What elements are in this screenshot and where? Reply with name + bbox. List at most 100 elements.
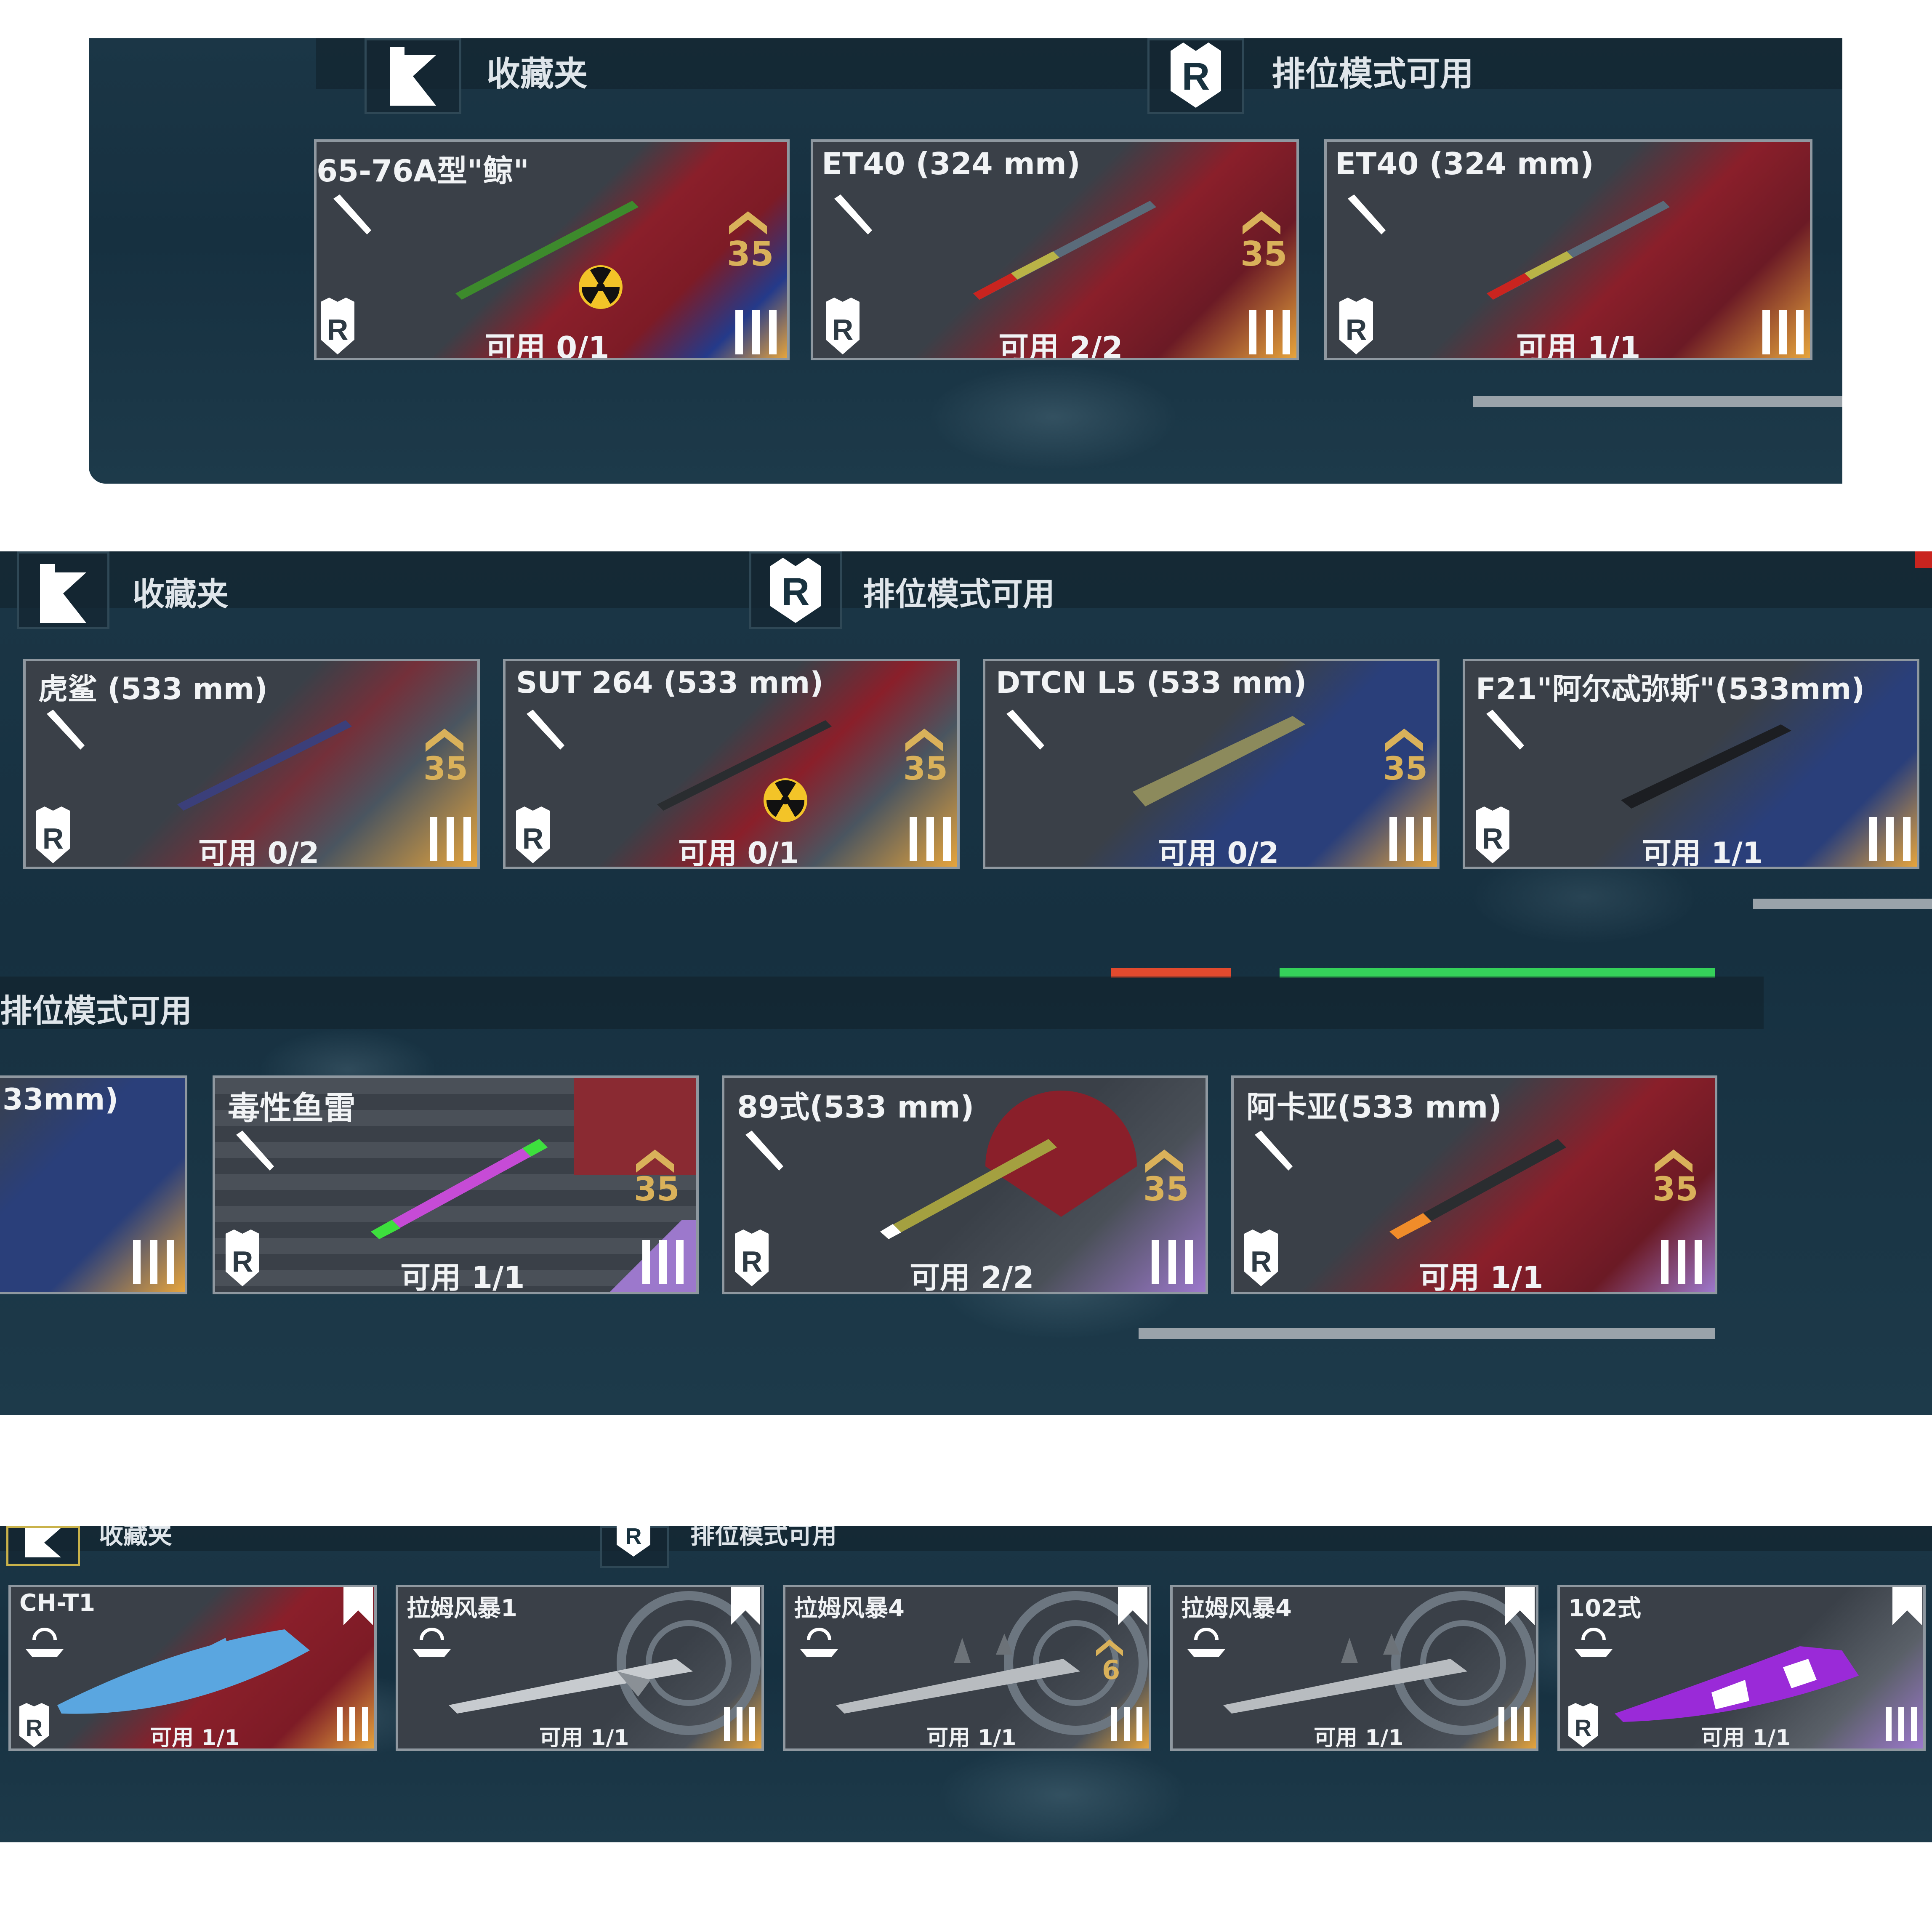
bookmark-icon xyxy=(1505,1587,1535,1625)
weapon-card[interactable]: DTCN L5 (533 mm) 35 可用 0/2 xyxy=(983,659,1440,869)
weapon-card[interactable]: 33mm) xyxy=(0,1075,187,1294)
ranked-shield-r-icon: R xyxy=(770,558,821,623)
ranked-shield-r-icon: R xyxy=(1339,298,1373,354)
svg-text:R: R xyxy=(832,313,854,346)
header-bar xyxy=(0,977,1764,1029)
weapon-model xyxy=(1487,201,1670,300)
svg-text:R: R xyxy=(1482,822,1504,855)
weapon-card[interactable]: F21"阿尔忒弥斯"(533mm) R 可用 1/1 xyxy=(1463,659,1919,869)
tier-three-bars-icon xyxy=(337,1707,368,1741)
weapon-card[interactable]: ET40 (324 mm) 35 R 可用 2/2 xyxy=(811,139,1299,360)
favorites-label: 收藏夹 xyxy=(487,54,588,93)
tier-three-bars-icon xyxy=(1886,1707,1917,1741)
weapon-name: 虎鲨 (533 mm) xyxy=(38,672,268,706)
weapon-model xyxy=(1621,724,1791,809)
svg-text:R: R xyxy=(1575,1714,1591,1741)
weapon-card[interactable]: 虎鲨 (533 mm) 35 R 可用 0/2 xyxy=(23,659,480,869)
availability-count: 可用 2/2 xyxy=(998,330,1123,360)
ranked-shield-r-icon: R xyxy=(735,1229,769,1286)
torpedo-icon xyxy=(834,194,872,234)
weapon-name: 33mm) xyxy=(3,1082,119,1117)
bookmark-flag-icon xyxy=(25,1528,61,1557)
svg-text:R: R xyxy=(1182,55,1210,98)
torpedo-icon xyxy=(1006,710,1044,750)
drone-model xyxy=(1615,1646,1859,1722)
availability-count: 可用 1/1 xyxy=(1419,1260,1543,1294)
horizontal-scrollbar[interactable] xyxy=(1753,899,1932,909)
weapon-card[interactable]: 89式(533 mm) 35 R 可用 2/2 xyxy=(722,1075,1208,1294)
rank-number: 35 xyxy=(903,750,948,787)
svg-text:R: R xyxy=(327,313,349,346)
svg-text:R: R xyxy=(1346,313,1367,346)
ranked-filter-label: 排位模式可用 xyxy=(690,1526,837,1549)
tier-three-bars-icon xyxy=(430,817,471,861)
torpedo-icon xyxy=(47,710,85,750)
availability-count: 可用 1/1 xyxy=(1701,1725,1791,1751)
ranked-shield-r-icon: R xyxy=(826,298,860,354)
rank-number: 35 xyxy=(1240,234,1288,274)
favorites-tab[interactable] xyxy=(365,38,461,114)
weapon-model xyxy=(1389,1139,1566,1239)
ranked-shield-r-icon: R xyxy=(516,806,550,863)
ranked-shield-r-icon: R xyxy=(226,1229,259,1286)
drone-name: 102式 xyxy=(1568,1595,1641,1622)
ranked-filter-tab[interactable]: R xyxy=(1147,38,1244,114)
drone-card[interactable]: 拉姆风暴1 可用 1/1 xyxy=(396,1585,764,1751)
torpedo-icon xyxy=(527,710,564,750)
ranked-shield-r-icon: R xyxy=(617,1526,650,1557)
weapon-card[interactable]: 65-76A型"鲸" 35 R 可用 0/1 xyxy=(314,139,790,360)
rank-number: 35 xyxy=(634,1171,680,1208)
torpedo-icon xyxy=(1255,1131,1293,1171)
torpedo-icon xyxy=(1348,194,1386,234)
weapon-card[interactable]: 阿卡亚(533 mm) 35 R 可用 1/1 xyxy=(1231,1075,1717,1294)
ranked-shield-r-icon: R xyxy=(19,1703,49,1747)
corner-marker xyxy=(1915,551,1932,568)
rank-number: 35 xyxy=(1383,750,1428,787)
ranked-filter-tab[interactable]: R xyxy=(749,551,842,629)
tier-three-bars-icon xyxy=(1498,1707,1530,1741)
weapon-card[interactable]: ET40 (324 mm) R 可用 1/1 xyxy=(1324,139,1812,360)
ranked-filter-label: 排位模式可用 xyxy=(1272,54,1474,93)
weapon-name: ET40 (324 mm) xyxy=(1335,146,1594,181)
horizontal-scrollbar[interactable] xyxy=(1473,396,1842,407)
tier-three-bars-icon xyxy=(642,1240,684,1284)
drone-card[interactable]: 拉姆风暴4 可用 1/1 xyxy=(1170,1585,1538,1751)
favorites-tab[interactable] xyxy=(6,1526,80,1566)
drone-model xyxy=(449,1659,693,1714)
weapon-card[interactable]: 毒性鱼雷 35 R 可用 1/1 xyxy=(213,1075,699,1294)
drone-name: 拉姆风暴4 xyxy=(794,1595,905,1622)
rank-number: 35 xyxy=(727,234,774,274)
ranked-shield-r-icon: R xyxy=(36,806,70,863)
ranked-filter-tab[interactable]: R xyxy=(600,1526,669,1568)
drone-card[interactable]: CH-T1 R 可用 1/1 xyxy=(8,1585,377,1751)
weapon-name: SUT 264 (533 mm) xyxy=(516,665,824,700)
drone-name: 拉姆风暴1 xyxy=(407,1595,517,1622)
weapon-panel-1: 收藏夹 R 排位模式可用 65-76A型"鲸" 35 R 可用 0/1 ET40… xyxy=(89,38,1842,484)
bookmark-icon xyxy=(1118,1587,1147,1625)
svg-text:R: R xyxy=(522,822,544,855)
weapon-name: DTCN L5 (533 mm) xyxy=(996,665,1307,700)
weapon-name: 毒性鱼雷 xyxy=(228,1089,356,1127)
availability-count: 可用 1/1 xyxy=(539,1725,629,1751)
tier-three-bars-icon xyxy=(1249,310,1290,354)
weapon-name: 65-76A型"鲸" xyxy=(317,153,530,189)
availability-count: 可用 1/1 xyxy=(1314,1725,1404,1751)
svg-text:R: R xyxy=(26,1714,43,1741)
availability-count: 可用 0/2 xyxy=(198,836,319,869)
tier-three-bars-icon xyxy=(724,1707,755,1741)
availability-count: 可用 1/1 xyxy=(150,1725,240,1751)
svg-text:R: R xyxy=(741,1245,763,1278)
availability-count: 可用 0/1 xyxy=(485,330,609,360)
favorites-tab[interactable] xyxy=(17,551,109,629)
rank-number: 35 xyxy=(1653,1171,1698,1208)
horizontal-scrollbar[interactable] xyxy=(1139,1328,1715,1339)
drone-model xyxy=(57,1629,310,1714)
weapon-card[interactable]: SUT 264 (533 mm) 35 R 可用 0/1 xyxy=(503,659,960,869)
drone-card[interactable]: 拉姆风暴4 6 可用 1/1 xyxy=(783,1585,1151,1751)
torpedo-icon xyxy=(236,1131,274,1171)
tier-three-bars-icon xyxy=(1389,817,1431,861)
drone-card[interactable]: 102式 R 可用 1/1 xyxy=(1557,1585,1926,1751)
bookmark-icon xyxy=(1892,1587,1922,1625)
header-bar xyxy=(0,1526,1932,1551)
bookmark-flag-icon xyxy=(40,564,86,623)
